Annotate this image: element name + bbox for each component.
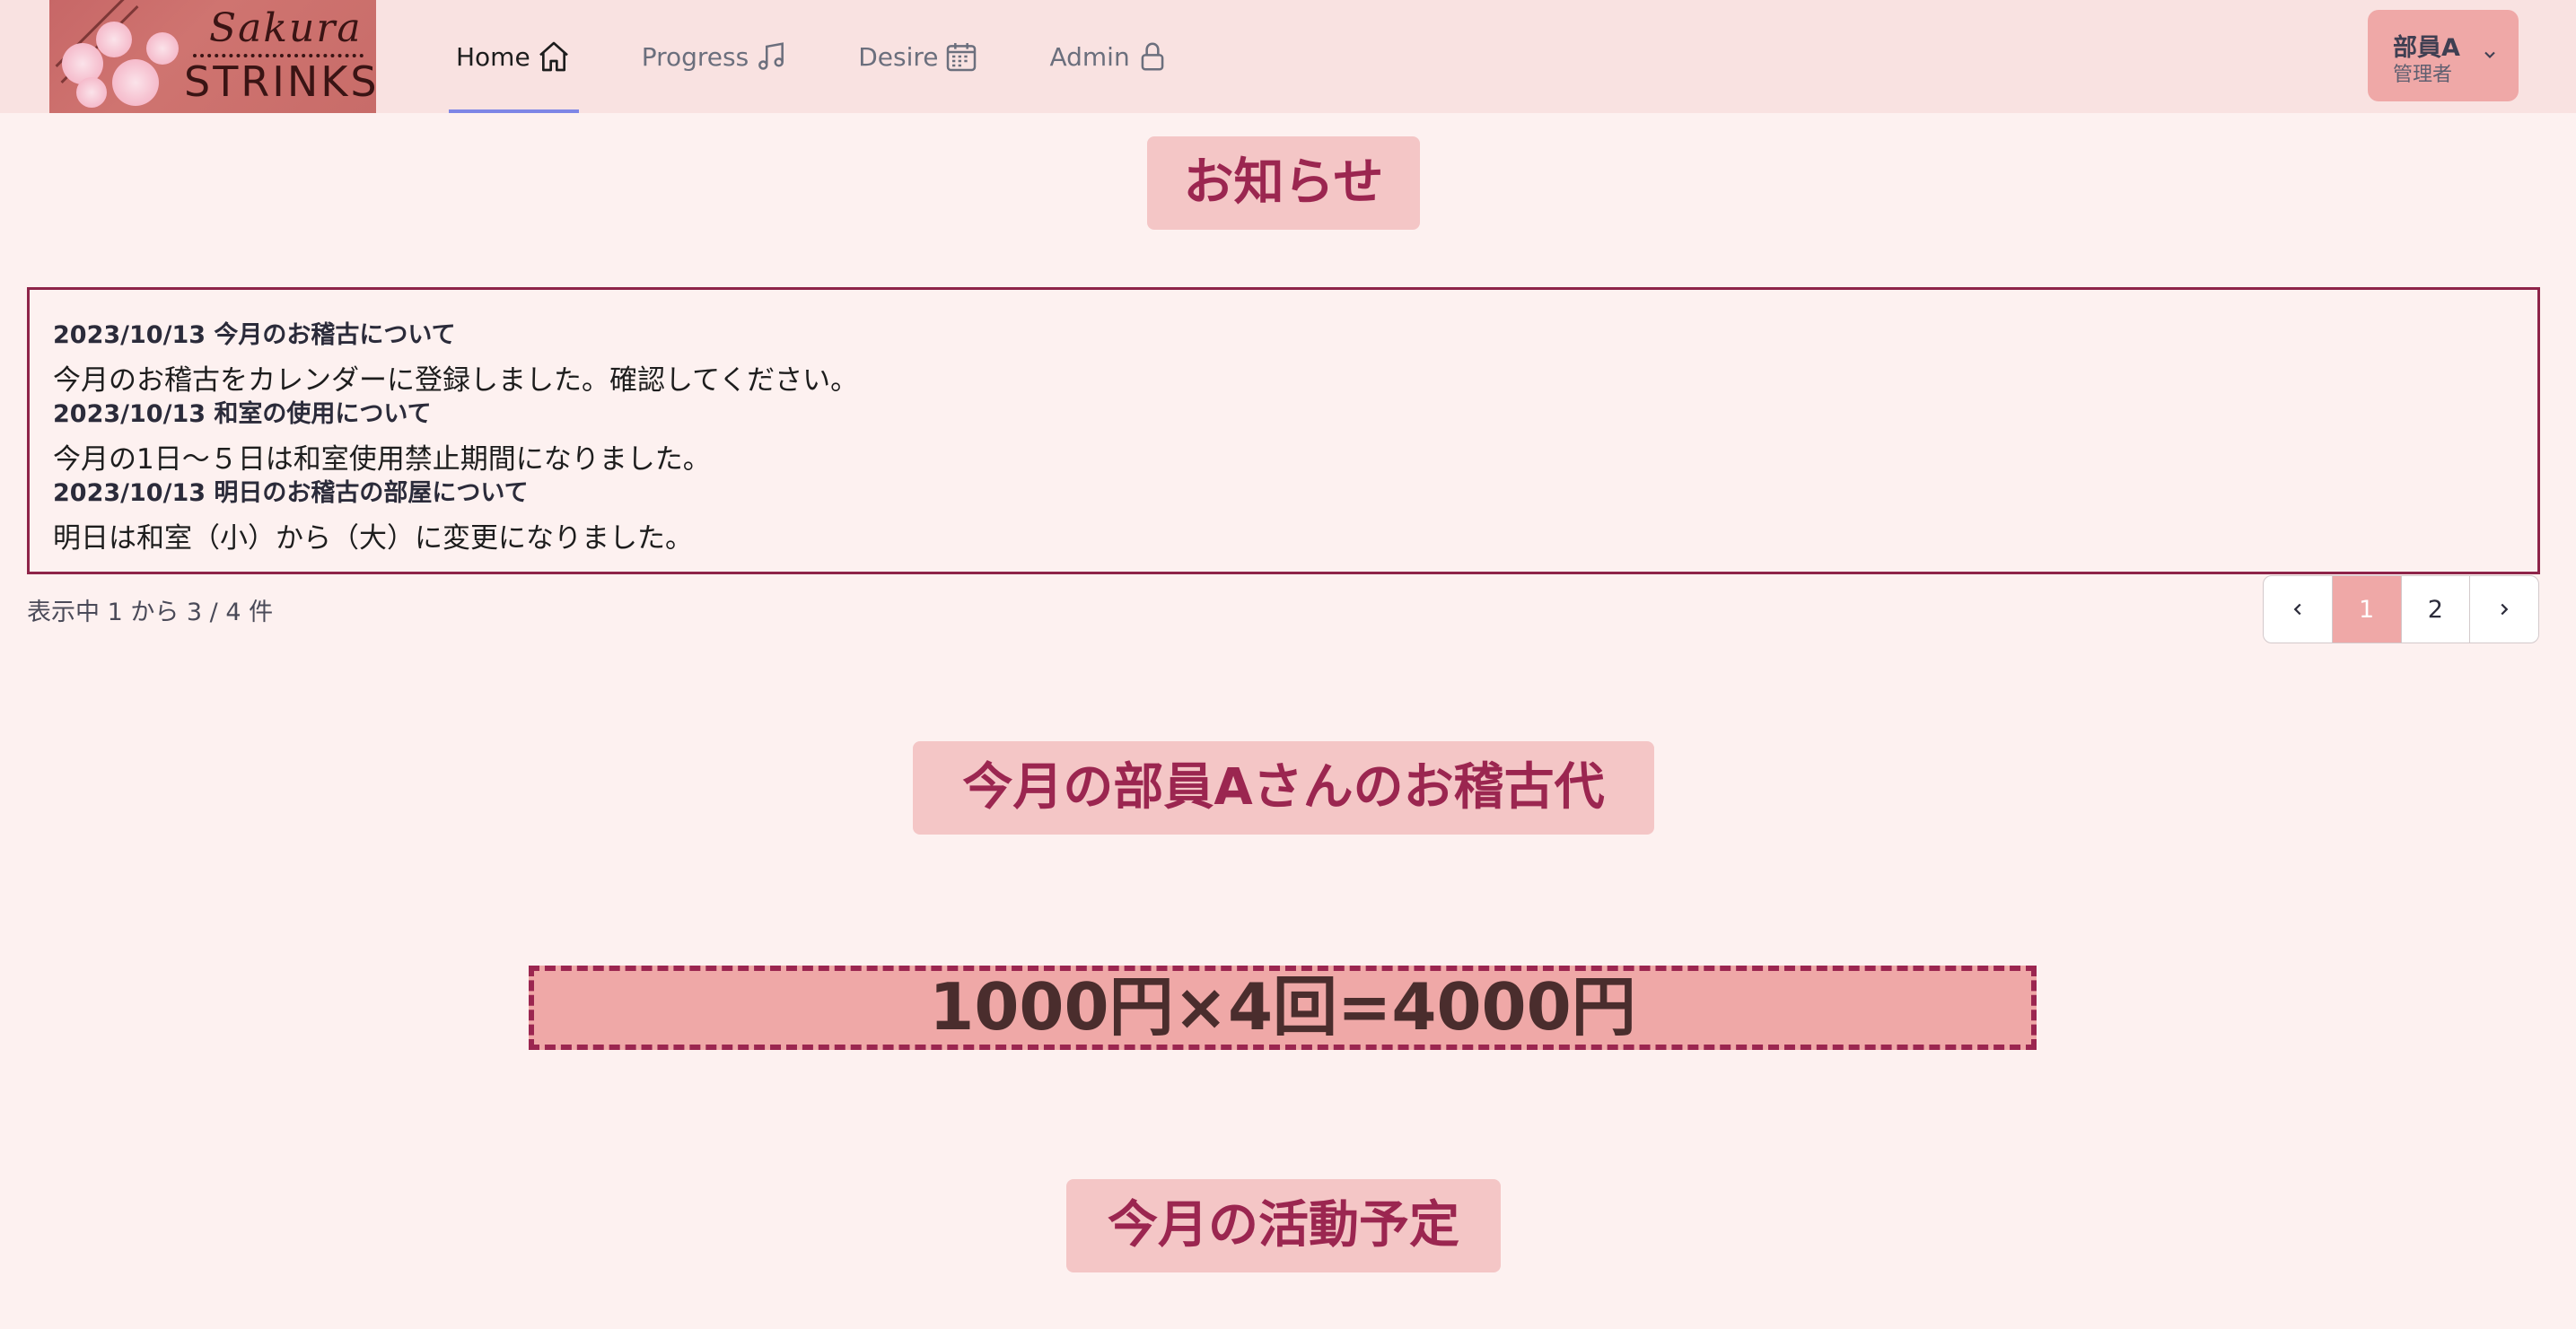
fee-formula: 1000円×4回=4000円 xyxy=(529,966,2037,1050)
nav-home-label: Home xyxy=(456,41,530,72)
news-item-heading: 2023/10/13 和室の使用について xyxy=(53,400,432,428)
nav-home[interactable]: Home xyxy=(449,0,579,113)
nav-admin[interactable]: Admin xyxy=(1042,0,1176,113)
calendar-icon xyxy=(947,43,977,72)
chevron-right-icon xyxy=(2501,603,2509,616)
list-item[interactable]: 2023/10/13 今月のお稽古について 今月のお稽古をカレンダーに登録しまし… xyxy=(53,315,858,398)
news-item-body: 今月のお稽古をカレンダーに登録しました。確認してください。 xyxy=(53,364,859,397)
fee-title: 今月の部員Aさんのお稽古代 xyxy=(913,741,1654,835)
lock-icon xyxy=(1141,42,1164,71)
user-role: 管理者 xyxy=(2393,64,2453,86)
schedule-title: 今月の活動予定 xyxy=(1066,1179,1501,1272)
nav-progress-label: Progress xyxy=(641,41,749,72)
chevron-left-icon xyxy=(2293,603,2301,616)
pagination-page-1[interactable]: 1 xyxy=(2332,576,2402,643)
cherry-blossom-icon xyxy=(96,22,132,57)
nav-admin-label: Admin xyxy=(1049,41,1130,72)
cherry-blossom-icon xyxy=(112,59,159,106)
home-icon xyxy=(539,41,568,72)
list-item[interactable]: 2023/10/13 明日のお稽古の部屋について 明日は和室（小）から（大）に変… xyxy=(53,473,693,555)
logo-text-sakura: Sakura xyxy=(209,5,363,51)
news-count-text: 表示中 1 から 3 / 4 件 xyxy=(27,599,274,626)
pagination: 1 2 xyxy=(2263,575,2539,643)
app-header: Sakura STRINKS Home Progress Desire Admi… xyxy=(0,0,2576,113)
news-list: 2023/10/13 今月のお稽古について 今月のお稽古をカレンダーに登録しまし… xyxy=(27,287,2540,574)
music-note-icon xyxy=(758,42,784,70)
news-title: お知らせ xyxy=(1147,136,1420,230)
main-nav: Home Progress Desire Admin xyxy=(449,0,1232,113)
chevron-down-icon xyxy=(2484,51,2495,58)
cherry-blossom-icon xyxy=(146,32,179,65)
user-menu-button[interactable]: 部員A 管理者 xyxy=(2368,10,2519,101)
pagination-next-button[interactable] xyxy=(2470,576,2538,643)
news-item-heading: 2023/10/13 今月のお稽古について xyxy=(53,321,456,349)
nav-desire-label: Desire xyxy=(858,41,939,72)
news-item-body: 明日は和室（小）から（大）に変更になりました。 xyxy=(53,522,693,555)
cherry-blossom-icon xyxy=(76,77,107,108)
pagination-page-2[interactable]: 2 xyxy=(2402,576,2471,643)
logo-text-strinks: STRINKS xyxy=(184,57,376,106)
nav-progress[interactable]: Progress xyxy=(635,0,796,113)
news-item-heading: 2023/10/13 明日のお稽古の部屋について xyxy=(53,479,529,507)
pagination-prev-button[interactable] xyxy=(2264,576,2333,643)
nav-desire[interactable]: Desire xyxy=(851,0,986,113)
list-item[interactable]: 2023/10/13 和室の使用について 今月の1日～５日は和室使用禁止期間にな… xyxy=(53,394,711,477)
news-item-body: 今月の1日～５日は和室使用禁止期間になりました。 xyxy=(53,443,711,476)
sakura-strinks-logo[interactable]: Sakura STRINKS xyxy=(49,0,376,113)
